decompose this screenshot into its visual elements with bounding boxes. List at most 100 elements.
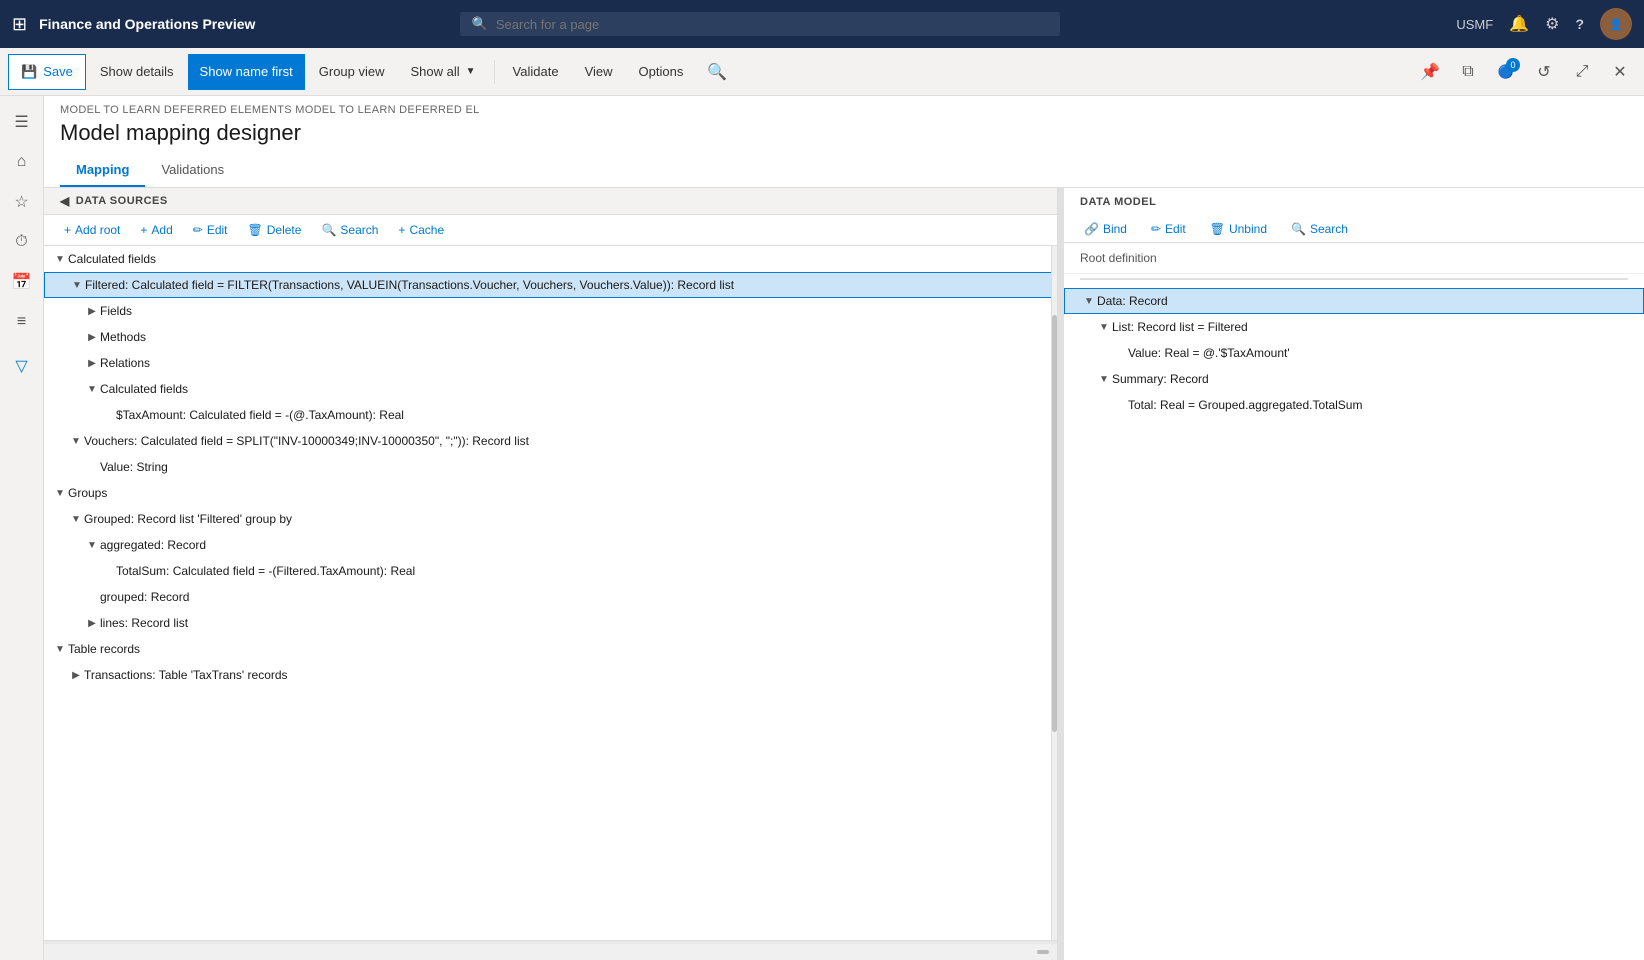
- tree-item-groups[interactable]: ▼ Groups: [44, 480, 1057, 506]
- tree-toggle[interactable]: ▼: [84, 540, 100, 551]
- tree-toggle[interactable]: ▼: [1096, 374, 1112, 385]
- tree-item-methods[interactable]: ▶ Methods: [44, 324, 1057, 350]
- tree-item-value-string[interactable]: ▶ Value: String: [44, 454, 1057, 480]
- tree-toggle[interactable]: ▶: [84, 332, 100, 343]
- data-model-tree[interactable]: ▼ Data: Record ▼ List: Record list = Fil…: [1064, 284, 1644, 960]
- top-navigation: ⊞ Finance and Operations Preview 🔍 USMF …: [0, 0, 1644, 48]
- sidebar-home-icon[interactable]: ⌂: [4, 144, 40, 180]
- tree-item-lines[interactable]: ▶ lines: Record list: [44, 610, 1057, 636]
- search-page-button[interactable]: 🔍: [701, 56, 733, 88]
- tree-toggle[interactable]: ▼: [68, 436, 84, 447]
- tab-mapping[interactable]: Mapping: [60, 154, 145, 187]
- view-button[interactable]: View: [573, 54, 625, 90]
- tab-validations[interactable]: Validations: [145, 154, 240, 187]
- search-icon: 🔍: [1291, 222, 1306, 236]
- tree-toggle[interactable]: ▼: [52, 254, 68, 265]
- tree-item-totalsum[interactable]: ▶ TotalSum: Calculated field = -(Filtere…: [44, 558, 1057, 584]
- scrollbar-track[interactable]: [1051, 246, 1057, 940]
- show-name-first-button[interactable]: Show name first: [188, 54, 305, 90]
- bind-button[interactable]: 🔗 Bind: [1080, 220, 1131, 238]
- dm-tree-item-value[interactable]: ▶ Value: Real = @.'$TaxAmount': [1064, 340, 1644, 366]
- user-company: USMF: [1456, 17, 1493, 32]
- resize-handle[interactable]: [1037, 950, 1049, 954]
- refresh-icon[interactable]: ↺: [1528, 56, 1560, 88]
- toolbar-separator: [494, 60, 495, 84]
- tree-item-grouped[interactable]: ▼ Grouped: Record list 'Filtered' group …: [44, 506, 1057, 532]
- group-view-button[interactable]: Group view: [307, 54, 397, 90]
- tree-toggle[interactable]: ▼: [52, 644, 68, 655]
- tree-item-fields[interactable]: ▶ Fields: [44, 298, 1057, 324]
- sidebar-list-icon[interactable]: ≡: [4, 304, 40, 340]
- show-details-button[interactable]: Show details: [88, 54, 186, 90]
- tree-item-relations[interactable]: ▶ Relations: [44, 350, 1057, 376]
- dm-tree-item-list[interactable]: ▼ List: Record list = Filtered: [1064, 314, 1644, 340]
- panel-footer: [44, 944, 1057, 960]
- tree-toggle[interactable]: ▼: [1096, 322, 1112, 333]
- data-sources-tree[interactable]: ▼ Calculated fields ▼ Filtered: Calculat…: [44, 246, 1057, 940]
- sidebar-star-icon[interactable]: ☆: [4, 184, 40, 220]
- left-sidebar: ☰ ⌂ ☆ ⏱ 📅 ≡ ▽: [0, 96, 44, 960]
- toolbar-right-icons: 📌 ⧉ 🔵 0 ↺ ⤢ ✕: [1414, 56, 1636, 88]
- top-search-bar[interactable]: 🔍: [460, 12, 1060, 36]
- tree-item-calc-fields-root[interactable]: ▼ Calculated fields: [44, 246, 1057, 272]
- tree-toggle[interactable]: ▼: [1081, 296, 1097, 307]
- tree-toggle[interactable]: ▶: [84, 306, 100, 317]
- options-button[interactable]: Options: [627, 54, 696, 90]
- pin-icon[interactable]: 📌: [1414, 56, 1446, 88]
- apps-grid-icon[interactable]: ⊞: [12, 14, 27, 35]
- gear-icon[interactable]: ⚙: [1545, 14, 1559, 34]
- show-all-button[interactable]: Show all ▼: [399, 54, 488, 90]
- tree-item-aggregated[interactable]: ▼ aggregated: Record: [44, 532, 1057, 558]
- delete-button[interactable]: 🗑 Delete: [244, 221, 306, 239]
- tabs-bar: Mapping Validations: [44, 154, 1644, 188]
- tree-item-transactions[interactable]: ▶ Transactions: Table 'TaxTrans' records: [44, 662, 1057, 688]
- tree-item-filtered[interactable]: ▼ Filtered: Calculated field = FILTER(Tr…: [44, 272, 1057, 298]
- sidebar-menu-icon[interactable]: ☰: [4, 104, 40, 140]
- unbind-button[interactable]: 🗑 Unbind: [1206, 220, 1271, 238]
- close-icon[interactable]: ✕: [1604, 56, 1636, 88]
- tree-item-tax-amount[interactable]: ▶ $TaxAmount: Calculated field = -(@.Tax…: [44, 402, 1057, 428]
- tree-toggle[interactable]: ▶: [68, 670, 84, 681]
- data-sources-panel: ◀ DATA SOURCES + Add root + Add ✏ Edit: [44, 188, 1058, 960]
- data-model-header: DATA MODEL: [1064, 188, 1644, 216]
- dm-tree-item-data-record[interactable]: ▼ Data: Record: [1064, 288, 1644, 314]
- tree-toggle[interactable]: ▶: [84, 618, 100, 629]
- edit-button[interactable]: ✏ Edit: [189, 221, 232, 239]
- sidebar-clock-icon[interactable]: ⏱: [4, 224, 40, 260]
- tree-toggle[interactable]: ▶: [84, 358, 100, 369]
- scrollbar-thumb[interactable]: [1052, 315, 1057, 731]
- tree-toggle[interactable]: ▼: [69, 280, 85, 291]
- popout-icon[interactable]: ⧉: [1452, 56, 1484, 88]
- breadcrumb: MODEL TO LEARN DEFERRED ELEMENTS MODEL T…: [44, 96, 1644, 116]
- validate-button[interactable]: Validate: [501, 54, 571, 90]
- save-icon: 💾: [21, 64, 37, 80]
- add-button[interactable]: + Add: [136, 221, 176, 239]
- tree-item-vouchers[interactable]: ▼ Vouchers: Calculated field = SPLIT("IN…: [44, 428, 1057, 454]
- sidebar-calendar-icon[interactable]: 📅: [4, 264, 40, 300]
- collapse-icon[interactable]: ◀: [60, 194, 70, 208]
- help-icon[interactable]: ?: [1575, 16, 1584, 32]
- tree-toggle[interactable]: ▼: [84, 384, 100, 395]
- edit-icon: ✏: [1151, 222, 1161, 236]
- dm-tree-item-total[interactable]: ▶ Total: Real = Grouped.aggregated.Total…: [1064, 392, 1644, 418]
- save-button[interactable]: 💾 Save: [8, 54, 86, 90]
- top-search-input[interactable]: [496, 17, 1048, 32]
- avatar[interactable]: 👤: [1600, 8, 1632, 40]
- tree-toggle[interactable]: ▼: [52, 488, 68, 499]
- tree-item-calc-fields-child[interactable]: ▼ Calculated fields: [44, 376, 1057, 402]
- badge-icon[interactable]: 🔵 0: [1490, 56, 1522, 88]
- cache-button[interactable]: + Cache: [394, 221, 448, 239]
- page-title: Model mapping designer: [44, 116, 1644, 154]
- sidebar-filter-icon[interactable]: ▽: [4, 348, 40, 384]
- tree-item-grouped-record[interactable]: ▶ grouped: Record: [44, 584, 1057, 610]
- search-dm-button[interactable]: 🔍 Search: [1287, 220, 1352, 238]
- expand-icon[interactable]: ⤢: [1566, 56, 1598, 88]
- edit-dm-button[interactable]: ✏ Edit: [1147, 220, 1190, 238]
- add-root-button[interactable]: + Add root: [60, 221, 124, 239]
- top-nav-right: USMF 🔔 ⚙ ? 👤: [1456, 8, 1632, 40]
- dm-tree-item-summary[interactable]: ▼ Summary: Record: [1064, 366, 1644, 392]
- bell-icon[interactable]: 🔔: [1509, 14, 1529, 34]
- search-button[interactable]: 🔍 Search: [317, 221, 382, 239]
- tree-item-table-records[interactable]: ▼ Table records: [44, 636, 1057, 662]
- tree-toggle[interactable]: ▼: [68, 514, 84, 525]
